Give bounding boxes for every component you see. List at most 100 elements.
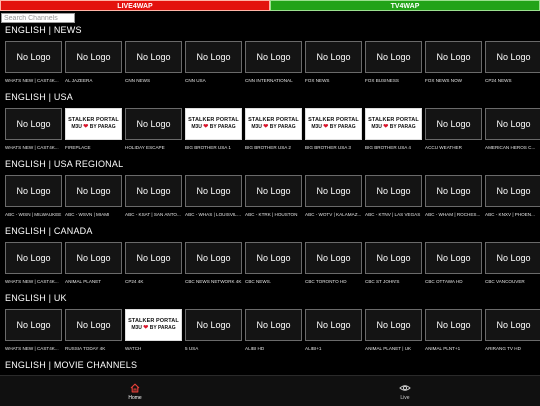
no-logo-text: No Logo [376, 320, 411, 330]
heart-icon: ❤ [143, 325, 149, 331]
channel-name: 5 USA [185, 346, 199, 351]
no-logo-text: No Logo [496, 119, 531, 129]
channel-name: CP24 NEWS [485, 78, 512, 83]
channel-logo-placeholder: No Logo [305, 309, 362, 341]
nav-home-label: Home [128, 395, 142, 401]
channel-name: ANIMAL PLANET [65, 279, 102, 284]
no-logo-text: No Logo [136, 52, 171, 62]
channel-logo-placeholder: No Logo [365, 175, 422, 207]
channel-name: ABC - KTNV | LAS VEGAS [365, 212, 421, 217]
channel-name: CBC TORONTO HD [305, 279, 347, 284]
no-logo-text: No Logo [196, 186, 231, 196]
portal-logo-m3u: M3U [191, 124, 202, 130]
no-logo-text: No Logo [136, 119, 171, 129]
channel-logo-placeholder: No Logo [485, 41, 540, 73]
channel-name: ABC - KTRK | HOUSTON [245, 212, 298, 217]
no-logo-text: No Logo [496, 320, 531, 330]
no-logo-text: No Logo [436, 52, 471, 62]
portal-logo-line1: STALKER PORTAL [128, 318, 179, 324]
nav-home[interactable]: Home [0, 376, 270, 406]
no-logo-text: No Logo [136, 186, 171, 196]
portal-logo-line1: STALKER PORTAL [308, 117, 359, 123]
portal-logo-line2: M3U ❤ BY PARAG [131, 325, 175, 332]
no-logo-text: No Logo [376, 186, 411, 196]
tab-tv4wap[interactable]: TV4WAP [270, 0, 540, 11]
no-logo-text: No Logo [376, 52, 411, 62]
section-title: ENGLISH | CANADA [5, 226, 93, 236]
channel-logo-placeholder: No Logo [485, 309, 540, 341]
channel-logo-placeholder: No Logo [425, 41, 482, 73]
channel-section: ENGLISH | USA No Logo WHATS NEW | CAST4K..… [0, 91, 540, 158]
no-logo-text: No Logo [496, 253, 531, 263]
channel-logo-placeholder: No Logo [425, 242, 482, 274]
portal-logo-line1: STALKER PORTAL [68, 117, 119, 123]
channel-logo: STALKER PORTAL M3U ❤ BY PARAG [245, 108, 302, 140]
channel-name: ABC - KNXV | PHOEN... [485, 212, 535, 217]
no-logo-text: No Logo [16, 320, 51, 330]
channel-logo: STALKER PORTAL M3U ❤ BY PARAG [305, 108, 362, 140]
no-logo-text: No Logo [436, 186, 471, 196]
channel-name: WHATS NEW | CAST4K... [5, 145, 59, 150]
no-logo-text: No Logo [496, 52, 531, 62]
heart-icon: ❤ [263, 124, 269, 130]
channel-logo-placeholder: No Logo [5, 309, 62, 341]
channel-logo-placeholder: No Logo [185, 41, 242, 73]
channel-logo-placeholder: No Logo [5, 175, 62, 207]
channel-section: ENGLISH | USA REGIONAL No Logo ABC - WISN … [0, 158, 540, 225]
channel-logo: STALKER PORTAL M3U ❤ BY PARAG [125, 309, 182, 341]
heart-icon: ❤ [203, 124, 209, 130]
channel-section: ENGLISH | NEWS No Logo WHATS NEW | CAST4K.… [0, 24, 540, 91]
no-logo-text: No Logo [316, 320, 351, 330]
channel-name: CBC VANCOUVER [485, 279, 525, 284]
channel-logo: STALKER PORTAL M3U ❤ BY PARAG [65, 108, 122, 140]
portal-logo-line1: STALKER PORTAL [188, 117, 239, 123]
channel-name: ALIBI+1 [305, 346, 322, 351]
no-logo-text: No Logo [76, 253, 111, 263]
no-logo-text: No Logo [16, 253, 51, 263]
channel-logo-placeholder: No Logo [305, 175, 362, 207]
channel-logo-placeholder: No Logo [65, 175, 122, 207]
channel-name: RUSSIA TODAY 4K [65, 346, 106, 351]
no-logo-text: No Logo [316, 186, 351, 196]
channel-name: CBC NEWS. [245, 279, 272, 284]
channel-name: ANIMAL PLNT+1 [425, 346, 461, 351]
channel-list[interactable]: ENGLISH | NEWS No Logo WHATS NEW | CAST4K.… [0, 24, 540, 375]
portal-logo-byline: BY PARAG [209, 124, 236, 130]
channel-name: ABC - WSVN | MIAMI [65, 212, 110, 217]
channel-name: FOX NEWS NOW [425, 78, 463, 83]
channel-name: BIG BROTHER USA 2 [245, 145, 291, 150]
section-title: ENGLISH | USA [5, 92, 73, 102]
section-title: ENGLISH | MOVIE CHANNELS [5, 360, 138, 370]
channel-name: HOLIDAY ESCAPE [125, 145, 165, 150]
channel-name: FIREPLACE [65, 145, 91, 150]
channel-logo-placeholder: No Logo [245, 41, 302, 73]
portal-logo-line2: M3U ❤ BY PARAG [251, 124, 295, 131]
portal-logo-byline: BY PARAG [149, 325, 176, 331]
channel-logo-placeholder: No Logo [65, 309, 122, 341]
no-logo-text: No Logo [196, 253, 231, 263]
search-input[interactable] [1, 13, 75, 23]
channel-logo-placeholder: No Logo [485, 242, 540, 274]
portal-logo-line2: M3U ❤ BY PARAG [371, 124, 415, 131]
no-logo-text: No Logo [316, 52, 351, 62]
portal-logo-byline: BY PARAG [329, 124, 356, 130]
channel-section: ENGLISH | MOVIE CHANNELS [0, 359, 540, 375]
no-logo-text: No Logo [16, 119, 51, 129]
tab-live4wap[interactable]: LIVE4WAP [0, 0, 270, 11]
channel-logo-placeholder: No Logo [365, 242, 422, 274]
nav-live[interactable]: Live [270, 376, 540, 406]
portal-logo-byline: BY PARAG [269, 124, 296, 130]
channel-name: ABC - KSAT | SAN ANTO... [125, 212, 181, 217]
channel-name: ACCU WEATHER [425, 145, 462, 150]
channel-logo-placeholder: No Logo [185, 309, 242, 341]
heart-icon: ❤ [323, 124, 329, 130]
no-logo-text: No Logo [16, 52, 51, 62]
no-logo-text: No Logo [16, 186, 51, 196]
portal-logo-byline: BY PARAG [89, 124, 116, 130]
no-logo-text: No Logo [256, 320, 291, 330]
no-logo-text: No Logo [376, 253, 411, 263]
bottom-nav: Home Live [0, 375, 540, 406]
channel-name: ANIMAL PLANET | UK [365, 346, 412, 351]
channel-logo-placeholder: No Logo [365, 309, 422, 341]
portal-logo-m3u: M3U [251, 124, 262, 130]
